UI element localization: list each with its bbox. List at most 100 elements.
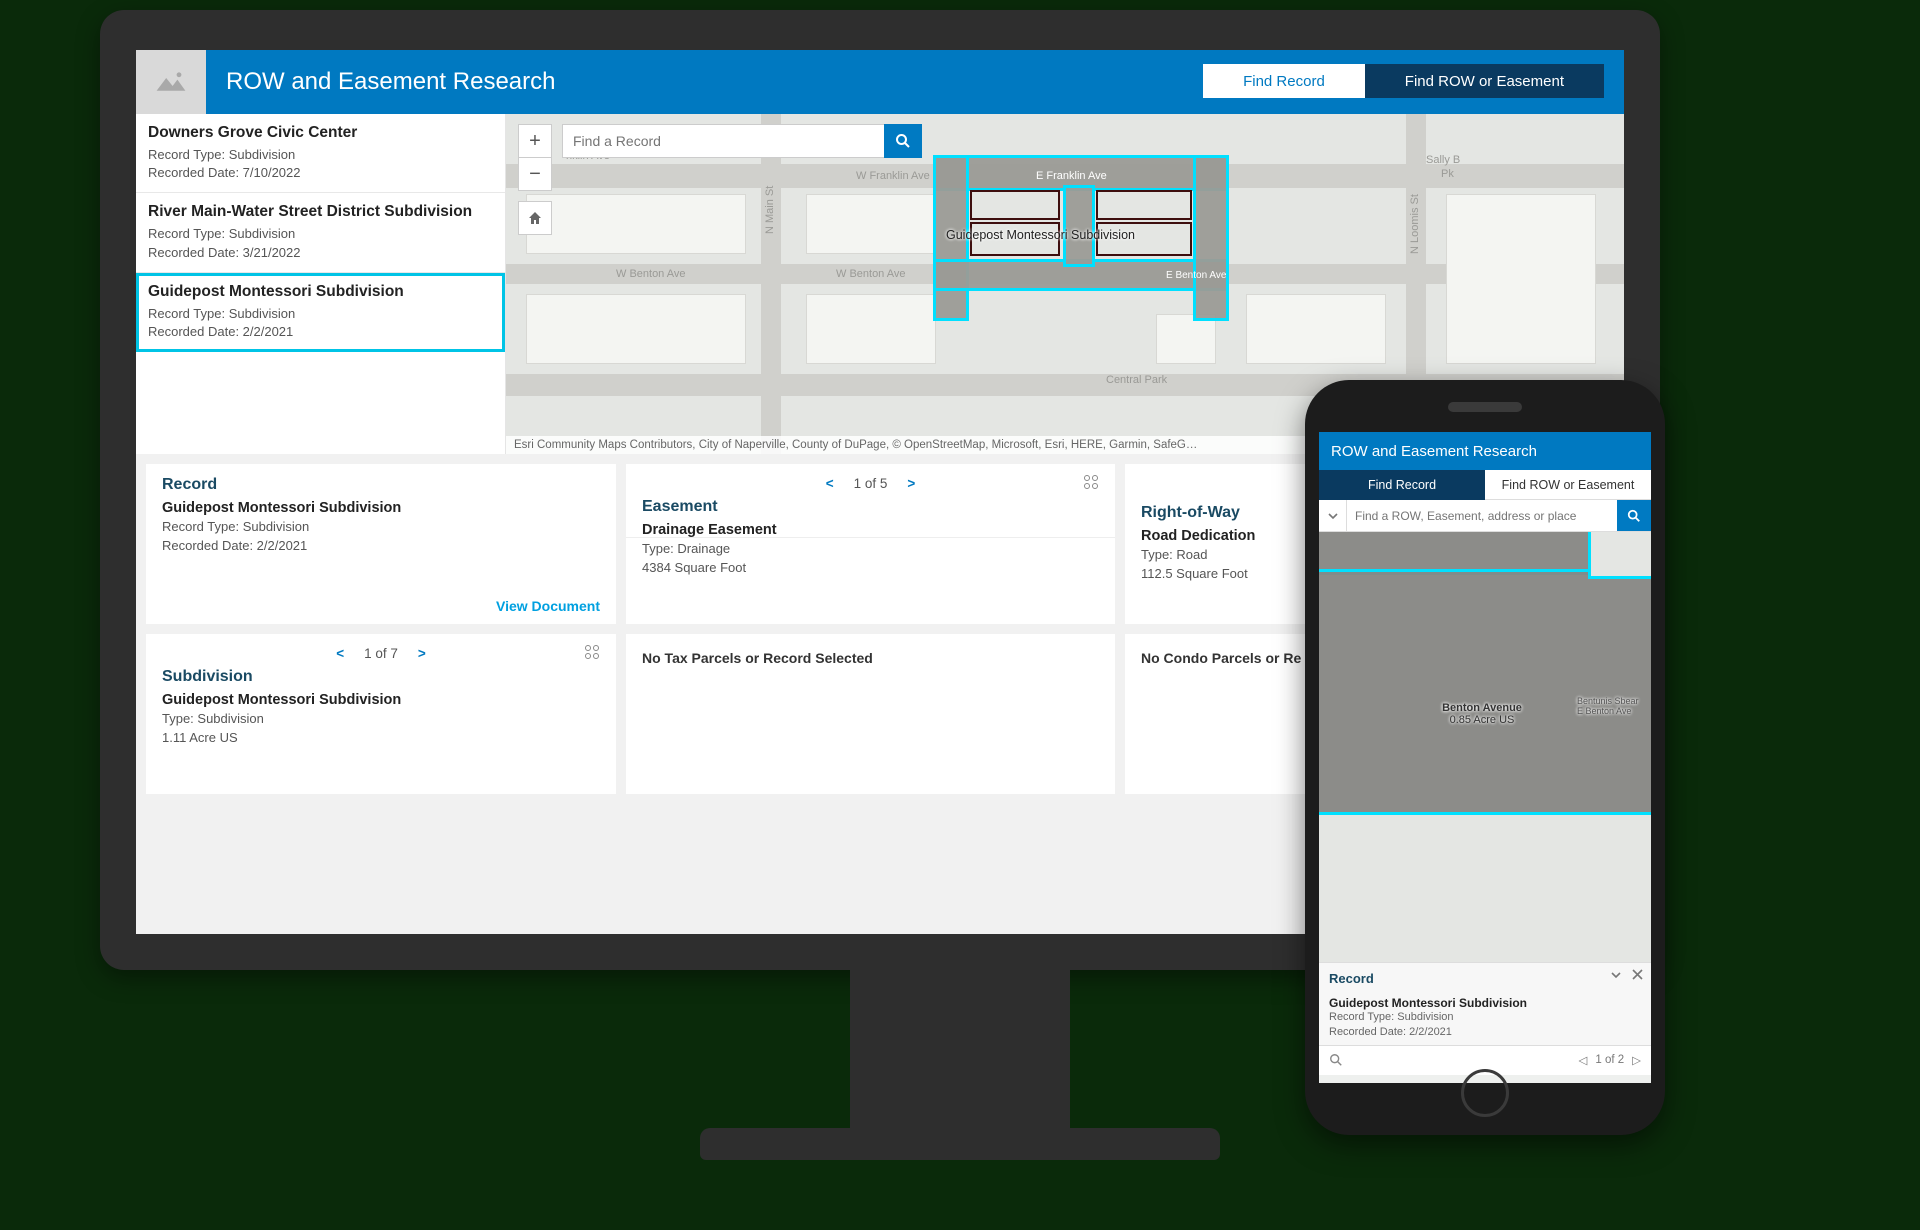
- app-header: ROW and Easement Research Find Record Fi…: [136, 50, 1624, 114]
- mobile-map-side-label2: E Benton Ave: [1577, 706, 1647, 716]
- record-item-title: Guidepost Montessori Subdivision: [148, 283, 493, 301]
- monitor-stand: [850, 958, 1070, 1138]
- pager-next[interactable]: >: [414, 646, 430, 661]
- street-label: N Loomis St: [1409, 194, 1421, 254]
- mobile-record-date: Recorded Date: 2/2/2021: [1329, 1025, 1641, 1040]
- mobile-tab-find-record[interactable]: Find Record: [1319, 470, 1485, 500]
- map-parcel: [1446, 194, 1596, 364]
- pager-prev[interactable]: ◁: [1579, 1053, 1588, 1067]
- mobile-record-title: Guidepost Montessori Subdivision: [1329, 996, 1641, 1010]
- easement-area: 4384 Square Foot: [642, 559, 1099, 578]
- pager-next[interactable]: >: [903, 476, 919, 491]
- subdivision-pager: < 1 of 7 >: [162, 638, 600, 668]
- pager-next[interactable]: ▷: [1632, 1053, 1641, 1067]
- close-icon: [1632, 969, 1643, 980]
- app-title: ROW and Easement Research: [226, 68, 555, 96]
- chevron-down-icon: [1610, 969, 1622, 981]
- mobile-map-sublabel: 0.85 Acre US: [1397, 714, 1567, 726]
- mobile-map-label: Benton Avenue: [1397, 702, 1567, 714]
- monitor-base: [700, 1128, 1220, 1160]
- easement-title: Drainage Easement: [642, 522, 1099, 538]
- map-selection: [1066, 188, 1092, 264]
- mobile-header: ROW and Easement Research: [1319, 432, 1651, 470]
- map-selection-notch: [1591, 532, 1651, 576]
- record-item-date: Recorded Date: 2/2/2021: [148, 323, 493, 341]
- map-search-button[interactable]: [884, 124, 922, 158]
- mobile-title: ROW and Easement Research: [1331, 443, 1537, 460]
- street-label: W Franklin Ave: [856, 170, 930, 182]
- record-date: Recorded Date: 2/2/2021: [162, 537, 600, 556]
- collapse-button[interactable]: [1610, 969, 1622, 981]
- home-extent-button[interactable]: [518, 201, 552, 235]
- mobile-app: ROW and Easement Research Find Record Fi…: [1319, 432, 1651, 1083]
- pager-text: 1 of 5: [854, 476, 888, 491]
- app-logo: [136, 50, 206, 114]
- map-search: [562, 124, 922, 158]
- map-parcel: [806, 294, 936, 364]
- record-item-date: Recorded Date: 7/10/2022: [148, 164, 493, 182]
- search-source-toggle[interactable]: [1319, 500, 1347, 531]
- record-item[interactable]: River Main-Water Street District Subdivi…: [136, 193, 505, 272]
- close-button[interactable]: [1632, 969, 1643, 981]
- grid-view-button[interactable]: [1083, 474, 1101, 492]
- park-label: Pk: [1441, 168, 1454, 180]
- record-title: Guidepost Montessori Subdivision: [162, 500, 600, 516]
- search-icon: [1627, 509, 1641, 523]
- mobile-search: [1319, 500, 1651, 532]
- record-item[interactable]: Downers Grove Civic Center Record Type: …: [136, 114, 505, 193]
- map-selection: [1196, 158, 1226, 318]
- map-feature-label: Guidepost Montessori Subdivision: [946, 228, 1135, 242]
- record-list[interactable]: Downers Grove Civic Center Record Type: …: [136, 114, 506, 454]
- record-type: Record Type: Subdivision: [162, 518, 600, 537]
- mobile-tabs: Find Record Find ROW or Easement: [1319, 470, 1651, 500]
- subdivision-title: Guidepost Montessori Subdivision: [162, 692, 600, 708]
- pager-prev[interactable]: <: [332, 646, 348, 661]
- street-label: E Franklin Ave: [1036, 170, 1107, 182]
- record-item-selected[interactable]: Guidepost Montessori Subdivision Record …: [136, 273, 505, 352]
- zoom-out-button[interactable]: −: [518, 157, 552, 191]
- magnify-icon: [1329, 1053, 1343, 1067]
- mobile-search-button[interactable]: [1617, 500, 1651, 531]
- mobile-search-input[interactable]: [1347, 500, 1617, 531]
- card-heading: Easement: [642, 498, 1099, 516]
- grid-icon: [1083, 474, 1101, 492]
- pager-prev[interactable]: <: [822, 476, 838, 491]
- view-document-link[interactable]: View Document: [496, 598, 600, 614]
- card-heading: Record: [162, 476, 600, 494]
- grid-view-button[interactable]: [584, 644, 602, 662]
- map-selection: [1319, 572, 1651, 812]
- pager-text: 1 of 7: [364, 646, 398, 661]
- mobile-map[interactable]: Benton Avenue 0.85 Acre US Bentunis Sbea…: [1319, 532, 1651, 962]
- record-item-type: Record Type: Subdivision: [148, 225, 493, 243]
- phone-mockup: ROW and Easement Research Find Record Fi…: [1305, 380, 1665, 1135]
- record-item-title: River Main-Water Street District Subdivi…: [148, 203, 493, 221]
- tab-find-record[interactable]: Find Record: [1203, 64, 1365, 98]
- easement-card: < 1 of 5 > Easement Drainage Easement Ty…: [626, 464, 1115, 624]
- park-label: Sally B: [1426, 154, 1460, 166]
- mobile-record-panel: Record Guidepost Montessori Subdivision …: [1319, 962, 1651, 1045]
- zoom-to-button[interactable]: [1329, 1053, 1343, 1067]
- search-icon: [895, 133, 911, 149]
- map-zoom-controls: + −: [518, 124, 552, 235]
- map-selected-parcel: [970, 190, 1060, 220]
- mobile-tab-find-row[interactable]: Find ROW or Easement: [1485, 470, 1651, 500]
- record-item-type: Record Type: Subdivision: [148, 146, 493, 164]
- mobile-pager-text: 1 of 2: [1595, 1054, 1624, 1066]
- header-tabs: Find Record Find ROW or Easement: [1203, 64, 1604, 98]
- zoom-in-button[interactable]: +: [518, 124, 552, 158]
- tab-find-row-easement[interactable]: Find ROW or Easement: [1365, 64, 1604, 98]
- street-label: W Benton Ave: [616, 268, 686, 280]
- map-parcel: [526, 294, 746, 364]
- map-road: [761, 114, 781, 454]
- mobile-footer: ◁ 1 of 2 ▷: [1319, 1045, 1651, 1075]
- record-item-title: Downers Grove Civic Center: [148, 124, 493, 142]
- street-label: E Benton Ave: [1166, 270, 1226, 281]
- record-card: Record Guidepost Montessori Subdivision …: [146, 464, 616, 624]
- card-heading: Subdivision: [162, 668, 600, 686]
- street-label: N Main St: [764, 186, 776, 234]
- park-label: Central Park: [1106, 374, 1167, 386]
- street-label: W Benton Ave: [836, 268, 906, 280]
- chevron-down-icon: [1328, 511, 1338, 521]
- empty-message: No Tax Parcels or Record Selected: [642, 646, 1099, 666]
- map-search-input[interactable]: [562, 124, 884, 158]
